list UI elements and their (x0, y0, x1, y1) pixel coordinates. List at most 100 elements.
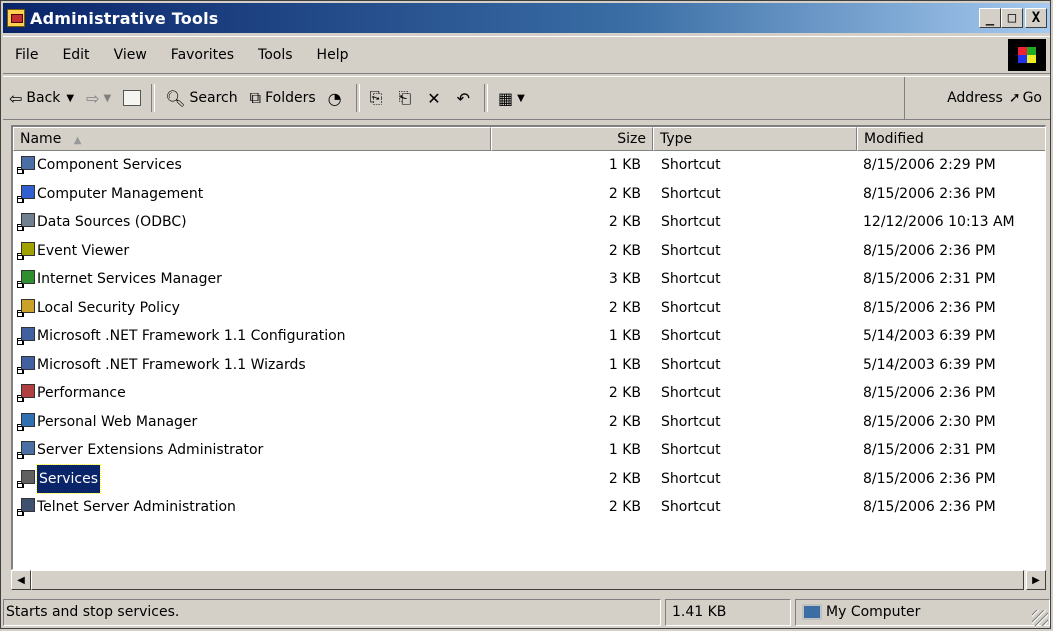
file-name: Component Services (37, 157, 182, 173)
undo-button[interactable]: ↶ (451, 83, 480, 113)
file-row[interactable]: Event Viewer 2 KB Shortcut 8/15/2006 2:36 P… (13, 237, 1045, 266)
scroll-left-button[interactable]: ◀ (11, 570, 31, 590)
file-row[interactable]: Services 2 KB Shortcut 8/15/2006 2:36 PM (13, 463, 1045, 494)
file-name-cell[interactable]: Component Services (17, 151, 182, 180)
go-button[interactable]: Go (1023, 90, 1042, 106)
back-button[interactable]: ⇦ Back ▼ (3, 83, 80, 113)
column-header-type[interactable]: Type (653, 127, 857, 151)
file-row[interactable]: Personal Web Manager 2 KB Shortcut 8/15/200… (13, 408, 1045, 437)
back-arrow-icon: ⇦ (9, 88, 23, 108)
file-size: 1 KB (608, 442, 641, 458)
control-panel-folder-icon[interactable] (7, 9, 25, 27)
file-name-cell[interactable]: Personal Web Manager (17, 408, 197, 437)
maximize-button[interactable]: □ (1001, 8, 1023, 28)
scroll-thumb[interactable] (31, 570, 1024, 590)
column-header-name[interactable]: Name ▲ (13, 127, 491, 151)
file-type: Shortcut (661, 185, 721, 202)
move-to-button[interactable]: ⎘ (364, 83, 393, 113)
computer-management-icon (17, 184, 35, 203)
file-row[interactable]: Component Services 1 KB Shortcut 8/15/2006 … (13, 151, 1045, 180)
file-type: Shortcut (661, 157, 721, 173)
history-button[interactable]: ◔ (322, 83, 352, 113)
views-button[interactable]: ▦ ▼ (492, 83, 531, 113)
file-size: 1 KB (608, 356, 641, 373)
forward-button[interactable]: ⇨ ▼ (80, 83, 117, 113)
file-name-cell[interactable]: Server Extensions Administrator (17, 436, 263, 465)
menu-help[interactable]: Help (305, 47, 361, 63)
menu-view[interactable]: View (102, 47, 159, 63)
column-header-modified[interactable]: Modified (857, 127, 1045, 151)
file-rows: Component Services 1 KB Shortcut 8/15/2006 … (13, 151, 1045, 522)
file-row[interactable]: Microsoft .NET Framework 1.1 Configurati… (13, 322, 1045, 351)
file-name-cell[interactable]: Data Sources (ODBC) (17, 208, 187, 237)
file-row[interactable]: Internet Services Manager 3 KB Shortcut 8/1… (13, 265, 1045, 294)
file-row[interactable]: Data Sources (ODBC) 2 KB Shortcut 12/12/200… (13, 208, 1045, 237)
resize-grip[interactable] (1032, 610, 1048, 626)
file-row[interactable]: Server Extensions Administrator 1 KB Short… (13, 436, 1045, 465)
title-bar[interactable]: Administrative Tools _ □ X (3, 3, 1050, 33)
file-type: Shortcut (661, 385, 721, 401)
scroll-right-button[interactable]: ▶ (1026, 570, 1046, 590)
copy-to-button[interactable]: ⎗ (392, 83, 421, 113)
file-row[interactable]: Telnet Server Administration 2 KB Shortcut… (13, 493, 1045, 522)
file-size: 3 KB (608, 271, 641, 287)
go-arrow-icon[interactable]: ➚ (1009, 90, 1021, 106)
component-services-icon (17, 156, 35, 175)
close-button[interactable]: X (1025, 8, 1047, 28)
search-label: Search (189, 90, 238, 106)
menu-bar: File Edit View Favorites Tools Help (3, 36, 1050, 74)
file-type: Shortcut (661, 242, 721, 259)
file-size: 2 KB (608, 185, 641, 202)
search-button[interactable]: 🔍︎ Search (159, 83, 243, 113)
file-row[interactable]: Computer Management 2 KB Shortcut 8/15/2006… (13, 180, 1045, 209)
menu-edit[interactable]: Edit (50, 47, 101, 63)
up-folder-button[interactable] (117, 83, 147, 113)
address-bar[interactable]: Address ➚ Go (904, 77, 1050, 119)
forward-dropdown-icon[interactable]: ▼ (104, 93, 112, 104)
file-name-cell[interactable]: Internet Services Manager (17, 265, 222, 294)
file-list-view[interactable]: Name ▲ Size Type Modified Component Serv… (11, 125, 1046, 570)
file-name: Local Security Policy (37, 299, 180, 316)
file-name: Internet Services Manager (37, 271, 222, 287)
file-name: Microsoft .NET Framework 1.1 Wizards (37, 356, 306, 373)
file-size: 2 KB (608, 242, 641, 259)
file-modified: 8/15/2006 2:31 PM (863, 271, 996, 287)
file-modified: 8/15/2006 2:36 PM (863, 185, 996, 202)
file-name: Event Viewer (37, 242, 130, 259)
file-name-cell[interactable]: Event Viewer (17, 237, 129, 266)
search-icon: 🔍︎ (165, 88, 186, 108)
forward-arrow-icon: ⇨ (86, 88, 100, 108)
file-name-cell[interactable]: Services (17, 463, 102, 494)
history-icon: ◔ (327, 88, 342, 108)
menu-favorites[interactable]: Favorites (159, 47, 246, 63)
file-row[interactable]: Local Security Policy 2 KB Shortcut 8/15/20… (13, 294, 1045, 323)
menu-file[interactable]: File (3, 47, 50, 63)
internet-services-icon (17, 270, 35, 289)
status-description: Starts and stop services. (3, 599, 661, 626)
file-row[interactable]: Performance 2 KB Shortcut 8/15/2006 2:36 PM (13, 379, 1045, 408)
explorer-window: Administrative Tools _ □ X File Edit Vie… (0, 0, 1051, 629)
back-dropdown-icon[interactable]: ▼ (66, 93, 74, 104)
folders-button[interactable]: ⧉ Folders (244, 83, 322, 113)
file-size: 2 KB (608, 470, 641, 487)
column-header-size[interactable]: Size (491, 127, 653, 151)
status-size: 1.41 KB (665, 599, 791, 626)
horizontal-scrollbar[interactable]: ◀ ▶ (11, 570, 1046, 590)
minimize-button[interactable]: _ (979, 8, 1001, 28)
delete-icon: ✕ (427, 88, 441, 108)
file-row[interactable]: Microsoft .NET Framework 1.1 Wizards 1 KB… (13, 351, 1045, 380)
delete-button[interactable]: ✕ (421, 83, 450, 113)
file-name-cell[interactable]: Microsoft .NET Framework 1.1 Configurati… (17, 322, 346, 351)
file-name-cell[interactable]: Microsoft .NET Framework 1.1 Wizards (17, 351, 306, 380)
file-name-cell[interactable]: Performance (17, 379, 126, 408)
address-label: Address (947, 90, 1003, 106)
toolbar-separator (151, 84, 156, 112)
file-type: Shortcut (661, 271, 721, 287)
move-to-icon: ⎘ (369, 88, 383, 107)
file-name-cell[interactable]: Local Security Policy (17, 294, 180, 323)
file-modified: 8/15/2006 2:30 PM (863, 413, 996, 430)
file-name-cell[interactable]: Computer Management (17, 180, 203, 209)
file-name-cell[interactable]: Telnet Server Administration (17, 493, 236, 522)
menu-tools[interactable]: Tools (246, 47, 305, 63)
my-computer-icon (802, 604, 822, 620)
